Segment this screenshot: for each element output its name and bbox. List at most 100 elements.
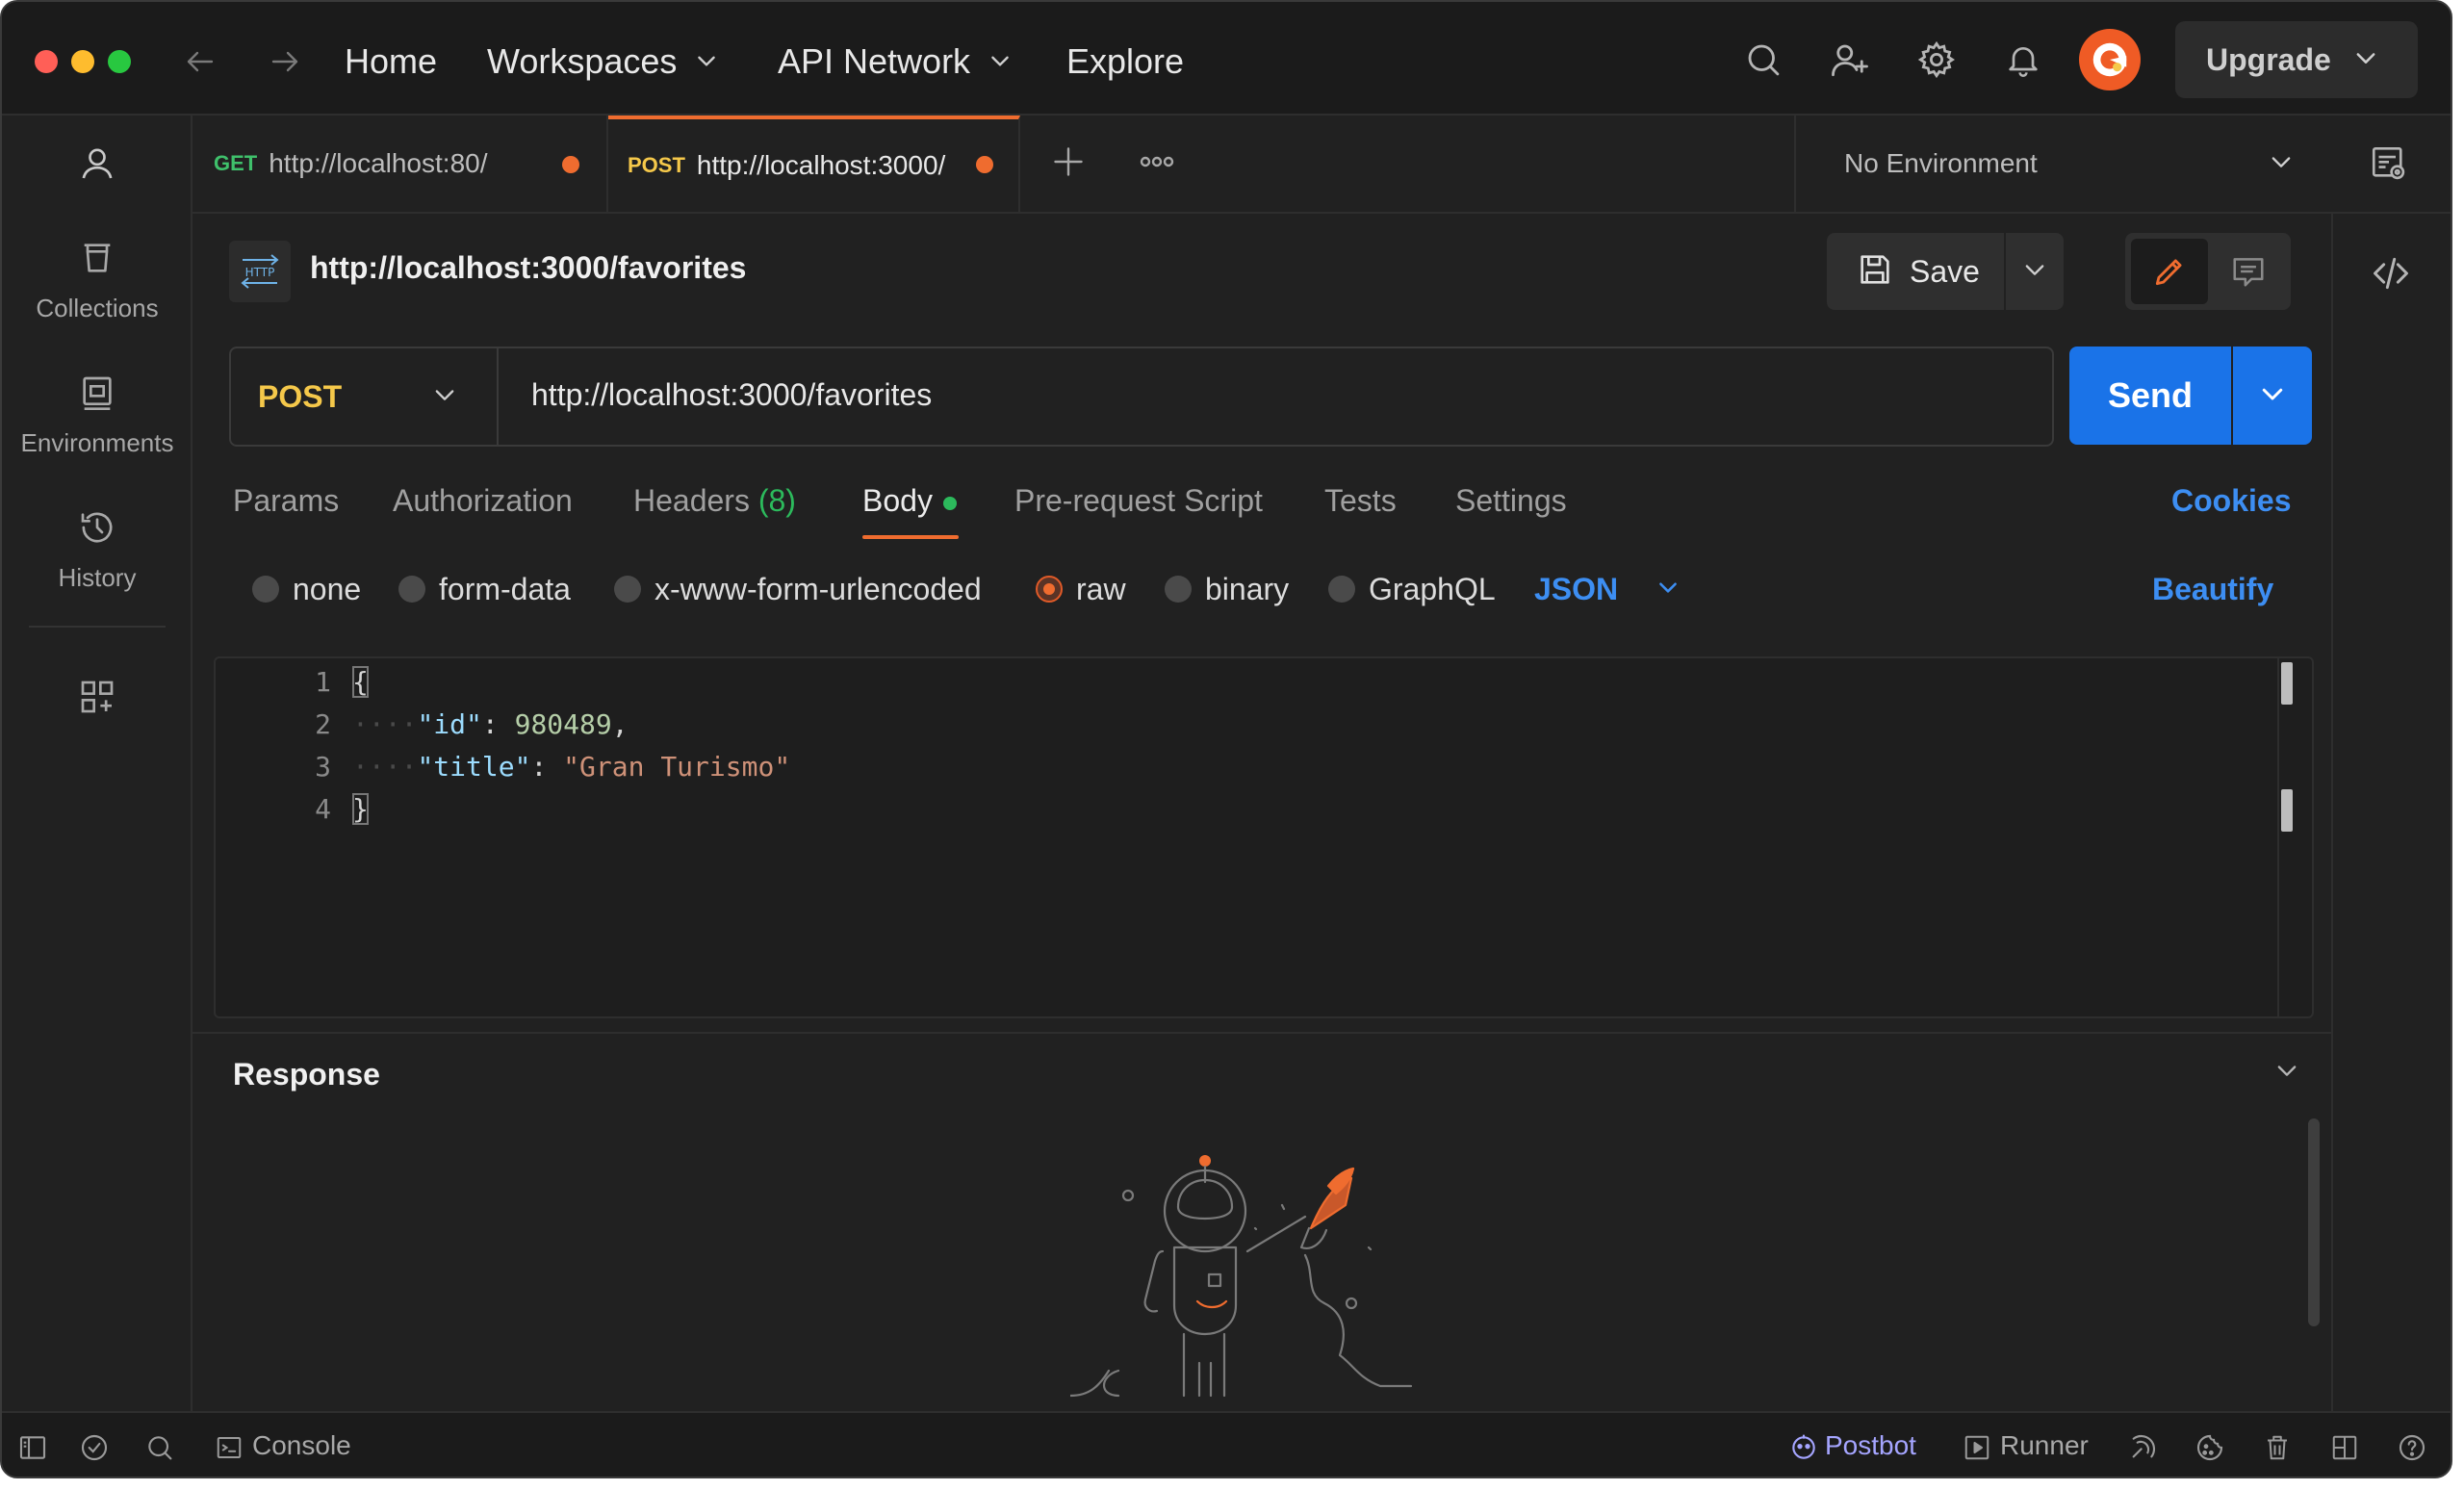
right-context-bar (2331, 214, 2451, 1411)
body-graphql-radio[interactable] (1328, 576, 1355, 603)
edit-pencil-icon[interactable] (2131, 239, 2208, 304)
window-minimize-button[interactable] (71, 50, 94, 73)
sync-status-check-icon[interactable] (77, 1430, 112, 1465)
window-close-button[interactable] (35, 50, 58, 73)
url-input[interactable]: http://localhost:3000/favorites (531, 377, 932, 413)
code-line: ····"id": 980489, (352, 708, 629, 740)
cookies-icon[interactable] (2193, 1430, 2227, 1465)
settings-gear-icon[interactable] (1910, 33, 1964, 87)
active-tab-underline (862, 535, 959, 539)
environment-selector[interactable]: No Environment (1794, 116, 2333, 212)
request-tab-strip: GET http://localhost:80/ POST http://loc… (192, 116, 2451, 214)
body-option-label[interactable]: none (293, 572, 361, 607)
body-raw-radio[interactable] (1036, 576, 1063, 603)
more-tabs-ellipsis-icon[interactable] (1134, 139, 1180, 185)
body-format-select[interactable]: JSON (1534, 572, 1681, 607)
tab-method: POST (628, 153, 685, 177)
find-search-icon[interactable] (142, 1430, 177, 1465)
arrow-left-icon[interactable] (177, 39, 223, 85)
request-title[interactable]: http://localhost:3000/favorites (310, 250, 746, 286)
upgrade-button[interactable]: Upgrade (2175, 21, 2418, 98)
left-sidebar: Collections Environments History (2, 116, 192, 1411)
history-clock-icon (78, 508, 116, 552)
body-option-label[interactable]: raw (1076, 572, 1126, 607)
http-method-select[interactable]: POST (231, 348, 499, 445)
tab-body[interactable]: Body (862, 483, 933, 519)
console-icon[interactable] (212, 1430, 246, 1465)
console-button[interactable]: Console (252, 1430, 351, 1461)
user-avatar[interactable] (2079, 29, 2141, 90)
comments-icon[interactable] (2212, 239, 2285, 304)
toggle-sidebar-icon[interactable] (15, 1430, 50, 1465)
beautify-link[interactable]: Beautify (2152, 572, 2273, 607)
body-none-radio[interactable] (252, 576, 279, 603)
json-number-value: 980489 (514, 708, 612, 740)
svg-text:HTTP: HTTP (245, 266, 275, 279)
body-option-label[interactable]: GraphQL (1369, 572, 1496, 607)
response-scrollbar[interactable] (2308, 1118, 2320, 1326)
sidebar-item-environments[interactable]: Environments (2, 373, 192, 458)
nav-api-network-menu[interactable]: API Network (778, 35, 1013, 89)
arrow-right-icon[interactable] (262, 39, 308, 85)
nav-workspaces-menu[interactable]: Workspaces (487, 35, 719, 89)
nav-explore-label: Explore (1066, 41, 1185, 81)
json-key: "id" (417, 708, 482, 740)
body-binary-radio[interactable] (1165, 576, 1192, 603)
add-apps-grid-icon (78, 678, 116, 721)
tab-prerequest-script[interactable]: Pre-request Script (1014, 483, 1263, 519)
nav-workspaces-label: Workspaces (487, 41, 678, 81)
body-form-data-radio[interactable] (398, 576, 425, 603)
nav-home[interactable]: Home (345, 35, 437, 89)
body-urlencoded-radio[interactable] (614, 576, 641, 603)
save-label: Save (1910, 253, 1980, 289)
tab-authorization[interactable]: Authorization (393, 483, 573, 519)
tab-tests[interactable]: Tests (1324, 483, 1397, 519)
tab-headers-label: Headers (633, 483, 750, 518)
trash-icon[interactable] (2260, 1430, 2295, 1465)
two-pane-layout-icon[interactable] (2327, 1430, 2362, 1465)
sidebar-configure-workbench[interactable] (2, 678, 192, 721)
tab-headers[interactable]: Headers (8) (633, 483, 796, 519)
postbot-icon[interactable] (1786, 1430, 1821, 1465)
new-tab-plus-icon[interactable] (1045, 139, 1091, 185)
tab-settings[interactable]: Settings (1455, 483, 1567, 519)
editor-scrollbar-thumb[interactable] (2281, 662, 2293, 705)
notifications-bell-icon[interactable] (1996, 33, 2050, 87)
response-divider[interactable] (192, 1032, 2331, 1034)
window-zoom-button[interactable] (108, 50, 131, 73)
nav-explore[interactable]: Explore (1066, 35, 1184, 89)
sidebar-item-history[interactable]: History (2, 508, 192, 593)
runner-play-icon[interactable] (1960, 1430, 1994, 1465)
chevron-down-icon (2268, 148, 2295, 180)
send-options-dropdown[interactable] (2233, 347, 2312, 445)
code-snippet-icon[interactable] (2368, 250, 2414, 296)
collections-trash-icon (78, 239, 116, 282)
invite-user-icon[interactable] (1823, 33, 1877, 87)
save-button[interactable]: Save (1827, 233, 2004, 310)
cookies-link[interactable]: Cookies (2171, 483, 2291, 519)
json-key: "title" (417, 751, 531, 783)
chevron-down-icon[interactable] (2273, 1057, 2300, 1089)
request-tab-post[interactable]: POST http://localhost:3000/ (608, 116, 1020, 212)
capture-requests-icon[interactable] (2125, 1430, 2160, 1465)
editor-scrollbar-marker (2281, 789, 2293, 832)
tab-params[interactable]: Params (233, 483, 339, 519)
code-line: { (352, 666, 369, 698)
environment-quick-look-icon[interactable] (2366, 141, 2412, 187)
postbot-button[interactable]: Postbot (1825, 1430, 1916, 1461)
body-option-label[interactable]: x-www-form-urlencoded (654, 572, 982, 607)
sidebar-item-collections[interactable]: Collections (2, 239, 192, 323)
runner-button[interactable]: Runner (2000, 1430, 2089, 1461)
line-number: 1 (315, 666, 331, 698)
body-option-label[interactable]: form-data (439, 572, 571, 607)
sidebar-user-profile[interactable] (2, 144, 192, 188)
help-question-icon[interactable] (2395, 1430, 2429, 1465)
search-icon[interactable] (1736, 33, 1790, 87)
send-button[interactable]: Send (2069, 347, 2231, 445)
chevron-down-icon[interactable] (2352, 44, 2379, 76)
save-options-dropdown[interactable] (2006, 233, 2064, 310)
request-tab-get[interactable]: GET http://localhost:80/ (192, 116, 608, 212)
body-option-label[interactable]: binary (1205, 572, 1289, 607)
body-code-editor[interactable]: 1 2 3 4 { ····"id": 980489, ····"title":… (214, 656, 2314, 1018)
open-brace: { (352, 666, 369, 698)
